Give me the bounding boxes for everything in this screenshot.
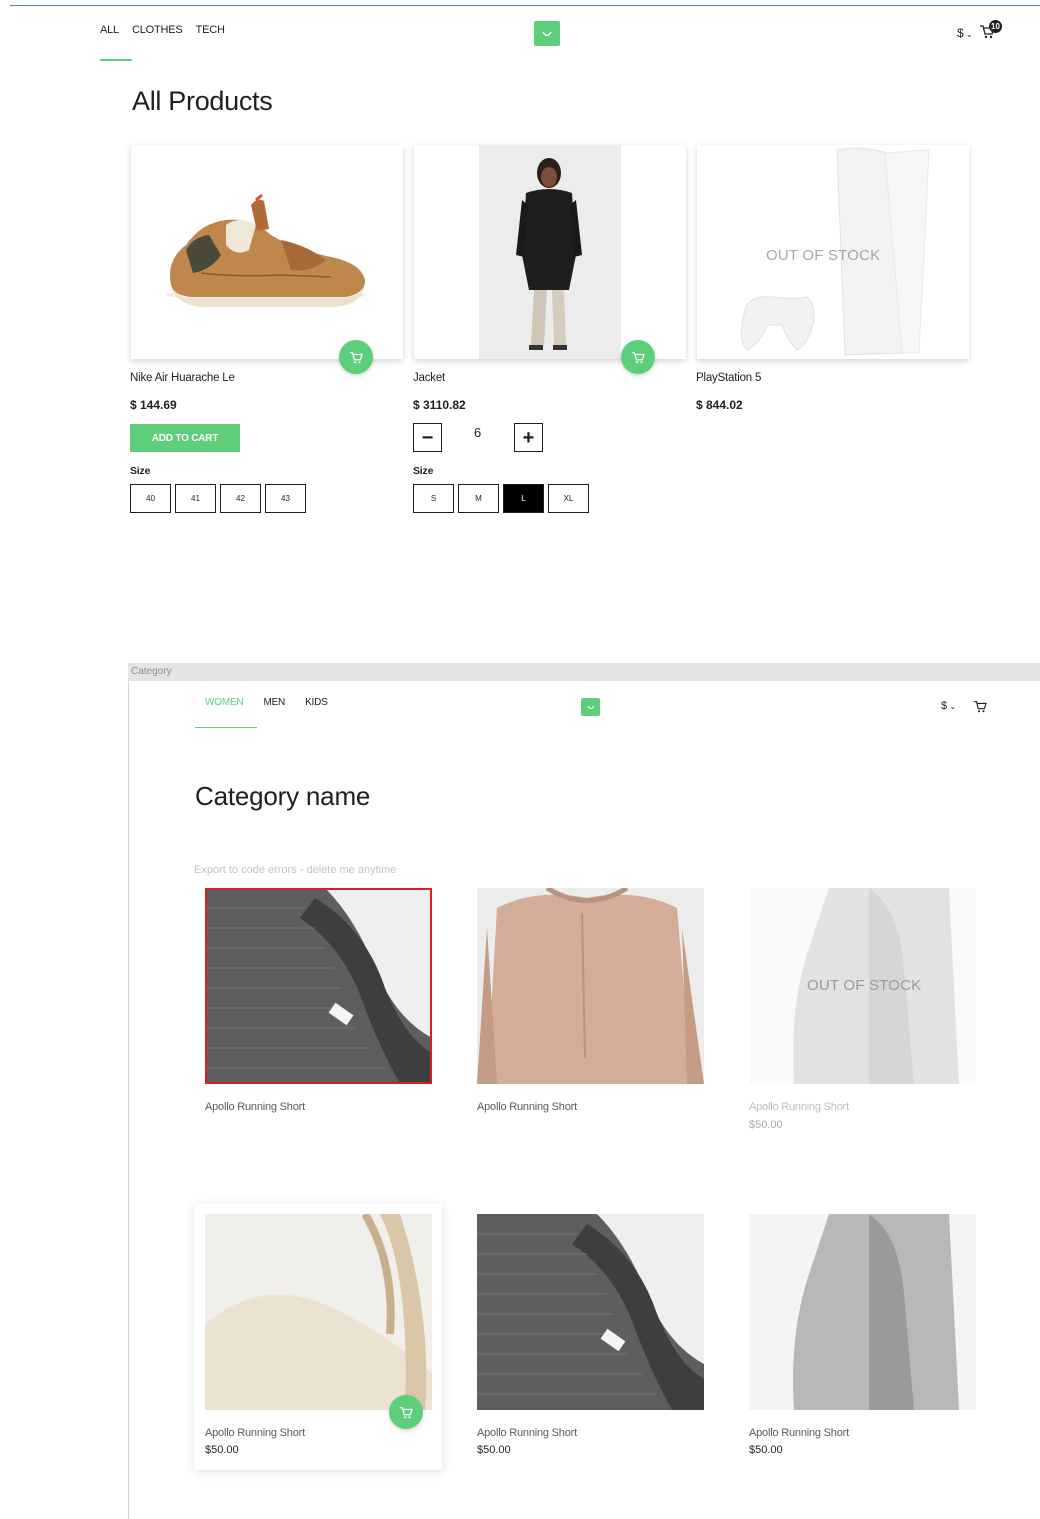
cart-icon bbox=[399, 1406, 413, 1418]
active-nav-indicator bbox=[195, 727, 257, 728]
product-name[interactable]: Apollo Running Short bbox=[477, 1101, 577, 1113]
size-option-42[interactable]: 42 bbox=[220, 484, 261, 513]
page-title: All Products bbox=[132, 86, 273, 116]
size-option-s[interactable]: S bbox=[413, 484, 454, 513]
category-nav: ALL CLOTHES TECH bbox=[100, 24, 225, 36]
out-of-stock-label: OUT OF STOCK bbox=[766, 247, 881, 264]
product-name[interactable]: Apollo Running Short bbox=[749, 1427, 849, 1439]
product-image-playstation[interactable]: OUT OF STOCK bbox=[697, 145, 969, 359]
nav-link-men[interactable]: MEN bbox=[263, 697, 285, 708]
decrease-quantity-button[interactable]: − bbox=[413, 423, 442, 452]
quick-add-cart-button[interactable] bbox=[389, 1395, 423, 1429]
size-option-40[interactable]: 40 bbox=[130, 484, 171, 513]
size-option-43[interactable]: 43 bbox=[265, 484, 306, 513]
size-option-m[interactable]: M bbox=[458, 484, 499, 513]
size-label: Size bbox=[413, 465, 434, 477]
cart-count-badge: 10 bbox=[989, 20, 1002, 33]
product-name[interactable]: Jacket bbox=[413, 372, 445, 384]
frame-category-nav: WOMEN MEN KIDS bbox=[205, 697, 328, 708]
product-name[interactable]: PlayStation 5 bbox=[696, 372, 761, 384]
product-tile-image[interactable] bbox=[477, 1214, 704, 1410]
add-to-cart-button[interactable]: ADD TO CART bbox=[130, 424, 240, 452]
frame-left-border bbox=[128, 681, 129, 1519]
size-label: Size bbox=[130, 465, 151, 477]
product-price: $50.00 bbox=[749, 1444, 783, 1456]
cart-icon bbox=[631, 351, 645, 363]
currency-switcher[interactable]: $ ⌄ bbox=[941, 700, 956, 712]
active-nav-indicator bbox=[100, 59, 132, 61]
frame-header-bar bbox=[128, 663, 1040, 681]
increase-quantity-button[interactable]: + bbox=[514, 423, 543, 452]
cart-icon[interactable] bbox=[973, 700, 987, 718]
product-price: $ 844.02 bbox=[696, 398, 743, 412]
nav-link-clothes[interactable]: CLOTHES bbox=[132, 24, 183, 36]
product-name[interactable]: Nike Air Huarache Le bbox=[130, 372, 235, 384]
product-tile-image[interactable] bbox=[477, 888, 704, 1084]
nav-link-tech[interactable]: TECH bbox=[196, 24, 225, 36]
category-title: Category name bbox=[195, 781, 371, 811]
product-price: $50.00 bbox=[477, 1444, 511, 1456]
chevron-down-icon: ⌄ bbox=[947, 702, 957, 711]
logo-icon[interactable] bbox=[581, 698, 600, 716]
product-name[interactable]: Apollo Running Short bbox=[205, 1101, 305, 1113]
product-name[interactable]: Apollo Running Short bbox=[477, 1427, 577, 1439]
product-price: $ 144.69 bbox=[130, 398, 177, 412]
product-tile-image[interactable]: OUT OF STOCK bbox=[749, 888, 976, 1084]
frame-label: Category bbox=[131, 666, 172, 677]
nav-link-all[interactable]: ALL bbox=[100, 24, 119, 36]
product-image-jacket[interactable] bbox=[414, 145, 686, 359]
size-option-l-selected[interactable]: L bbox=[503, 484, 544, 513]
quick-add-cart-button[interactable] bbox=[339, 340, 373, 374]
size-option-xl[interactable]: XL bbox=[548, 484, 589, 513]
currency-switcher[interactable]: $ ⌄ bbox=[957, 26, 973, 40]
out-of-stock-label: OUT OF STOCK bbox=[807, 977, 922, 994]
export-notice: Export to code errors - delete me anytim… bbox=[194, 864, 397, 876]
product-price: $ 3110.82 bbox=[413, 398, 466, 412]
product-tile-image[interactable] bbox=[205, 1214, 432, 1410]
product-tile-image[interactable] bbox=[205, 888, 432, 1084]
chevron-down-icon: ⌄ bbox=[963, 30, 973, 39]
quick-add-cart-button[interactable] bbox=[621, 340, 655, 374]
product-image-sneaker[interactable] bbox=[131, 145, 403, 359]
product-price: $50.00 bbox=[749, 1119, 783, 1131]
product-name[interactable]: Apollo Running Short bbox=[205, 1427, 305, 1439]
product-tile-image[interactable] bbox=[749, 1214, 976, 1410]
currency-symbol: $ bbox=[957, 26, 964, 40]
size-option-41[interactable]: 41 bbox=[175, 484, 216, 513]
product-price: $50.00 bbox=[205, 1444, 239, 1456]
product-name[interactable]: Apollo Running Short bbox=[749, 1101, 849, 1113]
nav-link-women[interactable]: WOMEN bbox=[205, 697, 244, 708]
logo-icon[interactable] bbox=[534, 21, 560, 46]
window-top-border bbox=[10, 5, 1040, 6]
cart-icon bbox=[349, 351, 363, 363]
quantity-value: 6 bbox=[474, 425, 482, 440]
nav-link-kids[interactable]: KIDS bbox=[305, 697, 328, 708]
